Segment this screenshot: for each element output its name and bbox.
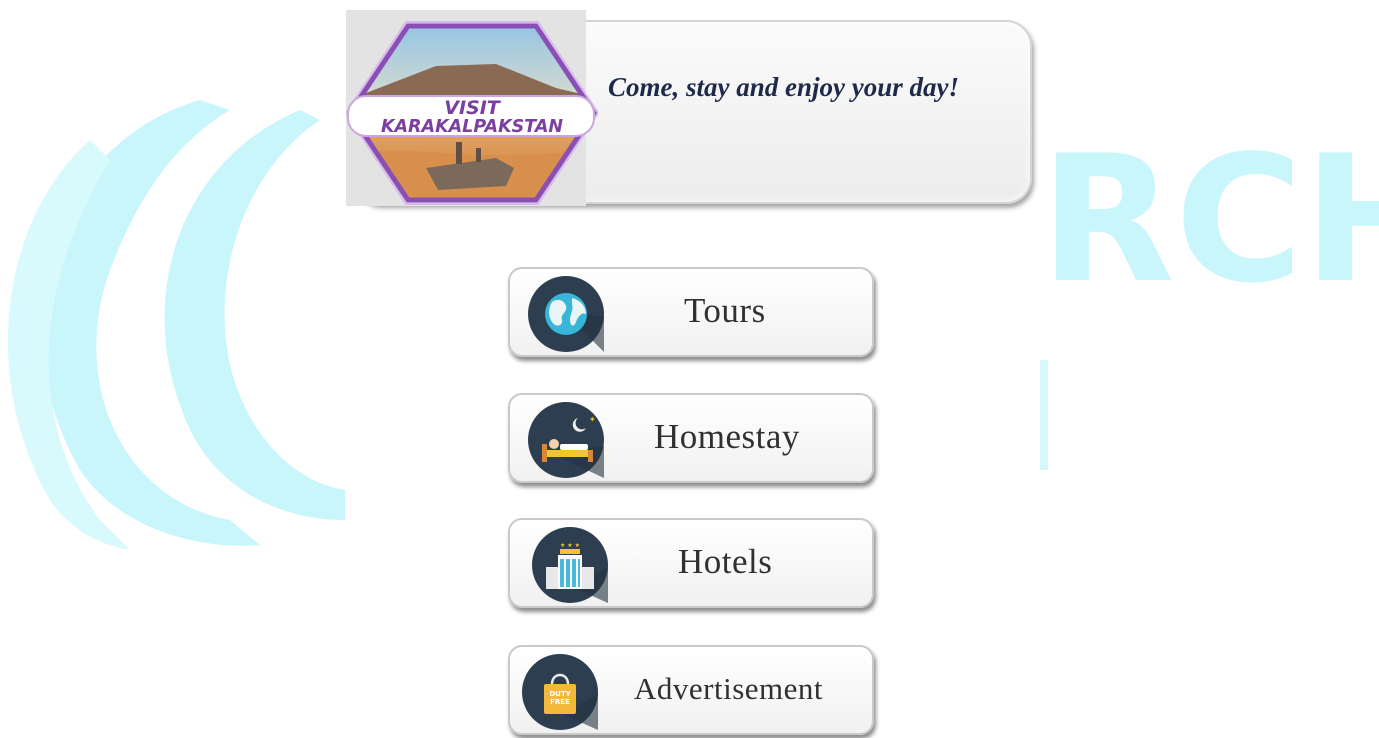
watermark-arcs	[7, 100, 345, 550]
advertisement-button[interactable]: DUTY FREE Advertisement	[508, 645, 874, 735]
advertisement-label: Advertisement	[634, 671, 824, 706]
homestay-label: Homestay	[654, 417, 800, 456]
svg-text:✦: ✦	[589, 415, 596, 424]
bed-night-icon: ✦	[528, 402, 604, 478]
homestay-button[interactable]: ✦ Homestay	[508, 393, 874, 483]
visit-karakalpakstan-logo: VISIT KARAKALPAKSTAN	[346, 21, 598, 205]
watermark-text: RCH	[1040, 140, 1379, 470]
header-banner: VISIT KARAKALPAKSTAN Come, stay and enjo…	[346, 10, 1032, 206]
tours-label: Tours	[684, 291, 766, 330]
svg-text:KARAKALPAKSTAN: KARAKALPAKSTAN	[381, 117, 563, 137]
svg-text:DUTY: DUTY	[549, 690, 571, 698]
duty-free-bag-icon: DUTY FREE	[522, 654, 598, 730]
banner-tagline: Come, stay and enjoy your day!	[608, 72, 959, 102]
svg-text:VISIT: VISIT	[444, 97, 502, 119]
tours-button[interactable]: Tours	[508, 267, 874, 357]
hotel-building-icon: ★ ★ ★	[532, 527, 608, 603]
svg-text:RCH: RCH	[1040, 140, 1379, 322]
svg-text:FREE: FREE	[550, 698, 570, 706]
hotels-button[interactable]: ★ ★ ★ Hotels	[508, 518, 874, 608]
globe-icon	[528, 276, 604, 352]
svg-text:★ ★ ★: ★ ★ ★	[560, 542, 580, 549]
hotels-label: Hotels	[678, 542, 773, 581]
